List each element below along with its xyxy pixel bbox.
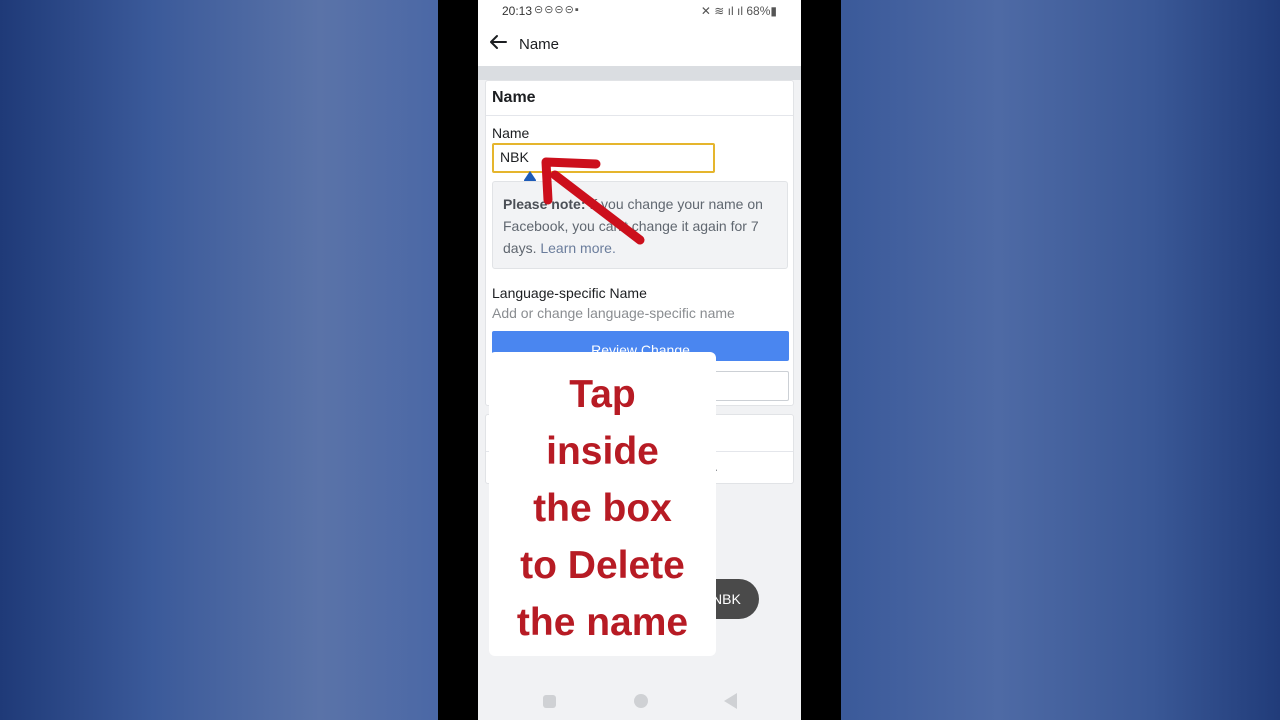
system-nav-bar — [478, 680, 801, 720]
home-icon[interactable] — [634, 694, 648, 708]
notification-icons: ⊝⊝⊝⊝▪ — [534, 4, 580, 16]
divider-strip — [478, 66, 801, 80]
battery-level: 68% — [746, 4, 771, 18]
language-name-label: Language-specific Name — [492, 285, 647, 301]
status-bar: 20:13 ⊝⊝⊝⊝▪ ✕ ≋ ıl ıl 68%▮ — [478, 0, 801, 22]
learn-more-link[interactable]: Learn more. — [540, 240, 615, 256]
signal-icons: ✕ ≋ ıl ıl — [700, 4, 747, 18]
instruction-overlay: Tap inside the box to Delete the name — [489, 352, 716, 656]
status-right: ✕ ≋ ıl ıl 68%▮ — [701, 4, 777, 18]
battery-icon: ▮ — [770, 4, 777, 18]
note-box: Please note: If you change your name on … — [492, 181, 788, 269]
back-arrow-icon[interactable] — [488, 32, 508, 52]
app-bar: Name — [478, 22, 801, 66]
language-name-link[interactable]: Add or change language-specific name — [492, 305, 735, 321]
note-bold: Please note: — [503, 196, 586, 212]
divider — [486, 115, 793, 116]
status-time: 20:13 — [502, 4, 533, 18]
app-title: Name — [519, 36, 560, 53]
card-title: Name — [492, 89, 536, 106]
name-field-label: Name — [492, 125, 530, 141]
instruction-text: Tap inside the box to Delete the name — [516, 373, 689, 644]
recent-apps-icon[interactable] — [543, 695, 556, 708]
back-nav-icon[interactable] — [724, 693, 737, 709]
name-input[interactable]: NBK — [492, 143, 715, 173]
